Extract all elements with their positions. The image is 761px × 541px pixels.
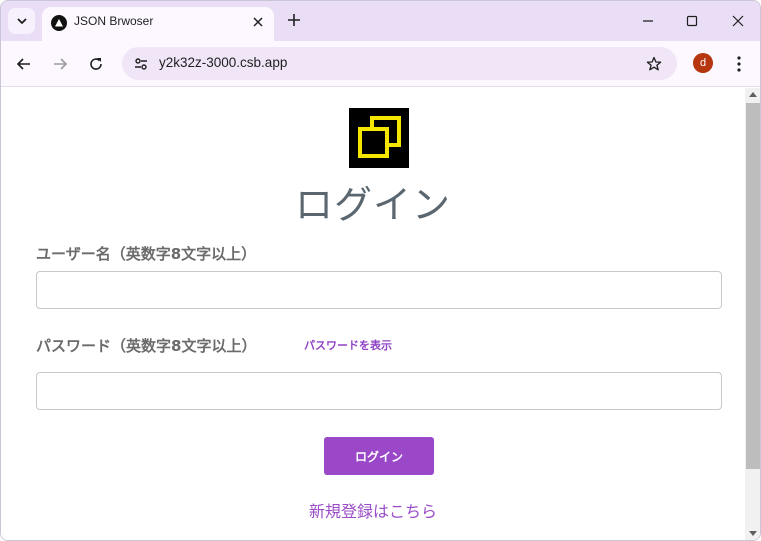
back-arrow-icon[interactable] (12, 52, 36, 76)
avatar[interactable]: d (693, 53, 713, 73)
tab-active[interactable]: JSON Brwoser (42, 7, 274, 41)
plus-icon[interactable] (284, 10, 304, 30)
page-viewport: ログイン ユーザー名（英数字8文字以上） パスワード（英数字8文字以上） パスワ… (1, 88, 745, 540)
maximize-icon[interactable] (680, 9, 704, 33)
login-button[interactable]: ログイン (324, 437, 434, 475)
browser-toolbar: y2k32z-3000.csb.app d (1, 41, 760, 87)
more-vertical-icon[interactable] (728, 52, 750, 76)
tab-strip: JSON Brwoser (1, 1, 760, 41)
close-window-icon[interactable] (726, 9, 750, 33)
scroll-down-arrow-icon[interactable] (749, 531, 757, 536)
minimize-icon[interactable] (636, 9, 660, 33)
show-password-link[interactable]: パスワードを表示 (304, 337, 392, 353)
chevron-down-icon (16, 18, 27, 25)
scroll-up-arrow-icon[interactable] (749, 92, 757, 97)
url-text: y2k32z-3000.csb.app (159, 55, 288, 70)
triangle-icon (51, 15, 67, 31)
forward-arrow-icon[interactable] (48, 52, 72, 76)
star-icon[interactable] (643, 53, 665, 75)
scrollbar-thumb[interactable] (746, 103, 760, 469)
double-square-logo (349, 108, 409, 168)
tune-icon[interactable] (130, 53, 152, 75)
password-field[interactable] (36, 372, 722, 410)
reload-icon[interactable] (84, 52, 108, 76)
tab-title: JSON Brwoser (74, 14, 154, 28)
username-field[interactable] (36, 271, 722, 309)
close-icon[interactable] (248, 12, 268, 32)
address-bar[interactable]: y2k32z-3000.csb.app (122, 47, 677, 80)
scrollbar[interactable] (745, 88, 760, 540)
register-link[interactable]: 新規登録はこちら (1, 498, 745, 522)
username-label: ユーザー名（英数字8文字以上） (36, 245, 257, 263)
browser-window: JSON Brwoser y2k32z-3000.csb.app d ログイン … (0, 0, 761, 541)
password-label: パスワード（英数字8文字以上） (36, 337, 257, 355)
page-title: ログイン (294, 183, 451, 227)
tab-search-button[interactable] (8, 8, 35, 34)
